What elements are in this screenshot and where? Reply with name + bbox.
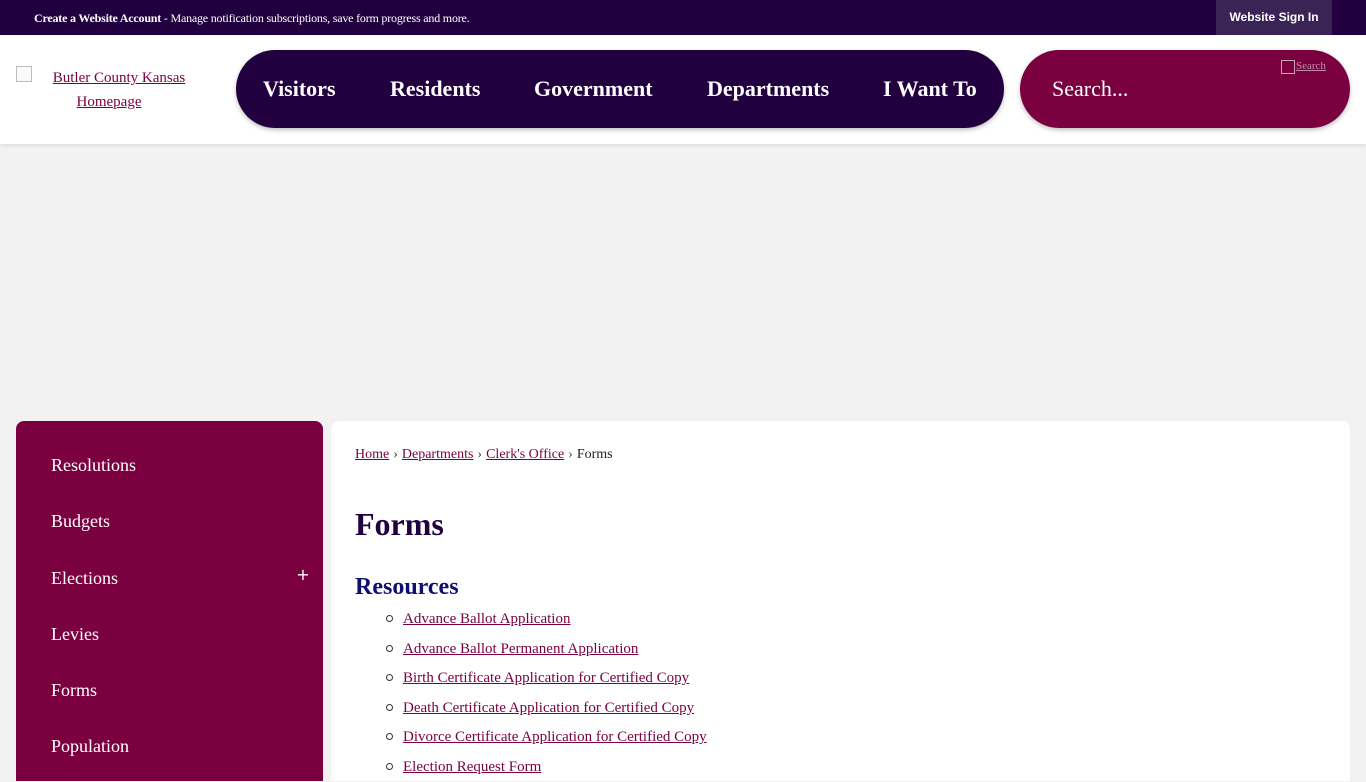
main-content: Home › Departments › Clerk's Office › Forms Fo… — [331, 421, 1350, 781]
nav-government[interactable]: Government — [534, 50, 653, 128]
nav-i-want-to[interactable]: I Want To — [883, 50, 977, 128]
resource-link[interactable]: Death Certificate Application for Certif… — [403, 700, 694, 716]
main-navigation: Visitors Residents Government Department… — [236, 50, 1004, 128]
resource-link[interactable]: Divorce Certificate Application for Cert… — [403, 729, 707, 745]
list-item: Election Request Form — [355, 752, 707, 782]
bullet-icon — [386, 762, 393, 770]
search-button[interactable]: Search — [1281, 60, 1339, 78]
notification-bar: Create a Website Account - Manage notifi… — [0, 0, 1366, 35]
list-item: Death Certificate Application for Certif… — [355, 693, 707, 723]
list-item: Divorce Certificate Application for Cert… — [355, 722, 707, 752]
breadcrumb-clerks-office[interactable]: Clerk's Office — [486, 447, 564, 462]
sidebar-item-population[interactable]: Population — [51, 731, 301, 761]
breadcrumb-separator: › — [477, 447, 483, 462]
search-box: Search — [1020, 50, 1350, 128]
site-logo[interactable]: Butler County Kansas Homepage — [16, 66, 202, 114]
sidebar-menu: Resolutions Budgets Elections + Levies F… — [16, 421, 323, 781]
sidebar-item-budgets[interactable]: Budgets — [51, 506, 301, 536]
sidebar-item-elections[interactable]: Elections — [51, 563, 301, 593]
bullet-icon — [386, 644, 393, 652]
nav-residents[interactable]: Residents — [390, 50, 480, 128]
breadcrumb-home[interactable]: Home — [355, 447, 389, 462]
search-button-alt: Search — [1296, 60, 1326, 72]
resource-link[interactable]: Advance Ballot Application — [403, 611, 570, 627]
breadcrumb: Home › Departments › Clerk's Office › Forms — [355, 447, 613, 463]
breadcrumb-departments[interactable]: Departments — [402, 447, 474, 462]
search-icon — [1281, 60, 1295, 74]
site-header: Butler County Kansas Homepage Visitors R… — [0, 35, 1366, 144]
resource-list: Advance Ballot Application Advance Ballo… — [355, 604, 707, 782]
nav-departments[interactable]: Departments — [707, 50, 829, 128]
breadcrumb-current: Forms — [576, 447, 613, 462]
search-input[interactable] — [1050, 69, 1270, 109]
list-item: Birth Certificate Application for Certif… — [355, 663, 707, 693]
bullet-icon — [386, 733, 393, 741]
bullet-icon — [386, 615, 393, 622]
resource-link[interactable]: Birth Certificate Application for Certif… — [403, 670, 689, 686]
resource-link[interactable]: Advance Ballot Permanent Application — [403, 641, 638, 657]
breadcrumb-separator: › — [568, 447, 573, 462]
create-account-link[interactable]: Create a Website Account — [34, 11, 161, 25]
sidebar-item-levies[interactable]: Levies — [51, 619, 301, 649]
resource-link[interactable]: Election Request Form — [403, 759, 541, 775]
bullet-icon — [386, 703, 393, 711]
bullet-icon — [386, 674, 393, 682]
sidebar-item-resolutions[interactable]: Resolutions — [51, 450, 301, 480]
nav-visitors[interactable]: Visitors — [263, 50, 336, 128]
account-notice[interactable]: Create a Website Account - Manage notifi… — [34, 10, 470, 26]
page-title: Forms — [355, 506, 444, 542]
website-sign-in-button[interactable]: Website Sign In — [1216, 0, 1332, 35]
list-item: Advance Ballot Permanent Application — [355, 634, 707, 664]
account-notice-text: - Manage notification subscriptions, sav… — [161, 11, 470, 25]
elections-expand-icon[interactable]: + — [294, 566, 312, 584]
sidebar-item-forms[interactable]: Forms — [51, 675, 301, 705]
list-item: Advance Ballot Application — [355, 604, 707, 634]
breadcrumb-separator: › — [393, 447, 398, 462]
section-title-resources: Resources — [355, 574, 459, 600]
logo-homepage-link[interactable]: Butler County Kansas Homepage — [33, 70, 186, 110]
logo-image-icon — [16, 66, 32, 82]
